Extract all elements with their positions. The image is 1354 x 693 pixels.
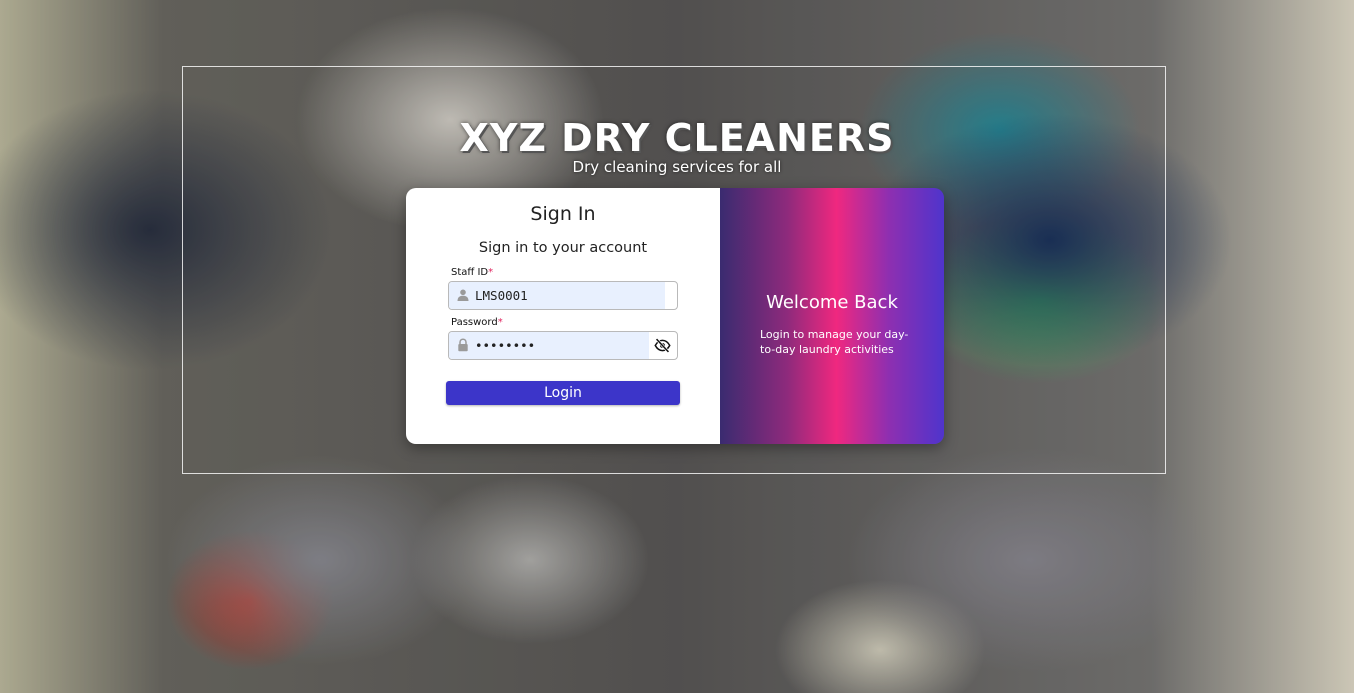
password-label: Password*: [451, 317, 503, 328]
user-icon: [457, 289, 469, 301]
staff-id-field[interactable]: [448, 281, 678, 310]
eye-slash-icon[interactable]: [654, 337, 671, 354]
staff-id-label-text: Staff ID: [451, 267, 489, 278]
welcome-title: Welcome Back: [766, 292, 898, 313]
password-input[interactable]: [475, 332, 635, 359]
brand-title: XYZ DRY CLEANERS: [459, 116, 895, 160]
login-card: Sign In Sign in to your account Staff ID…: [406, 188, 944, 444]
lock-icon: [458, 338, 468, 352]
required-mark: *: [488, 267, 494, 278]
password-field[interactable]: [448, 331, 678, 360]
welcome-panel: Welcome Back Login to manage your day-to…: [720, 188, 944, 444]
staff-id-input[interactable]: [475, 282, 635, 309]
password-label-text: Password: [451, 317, 498, 328]
required-mark: *: [497, 317, 503, 328]
signin-panel: Sign In Sign in to your account Staff ID…: [406, 188, 720, 444]
signin-title: Sign In: [530, 203, 596, 225]
brand-tagline: Dry cleaning services for all: [572, 158, 782, 176]
login-button[interactable]: Login: [446, 381, 680, 405]
signin-subtitle: Sign in to your account: [478, 240, 648, 256]
welcome-text: Login to manage your day-to-day laundry …: [760, 328, 909, 356]
staff-id-label: Staff ID*: [451, 267, 493, 278]
